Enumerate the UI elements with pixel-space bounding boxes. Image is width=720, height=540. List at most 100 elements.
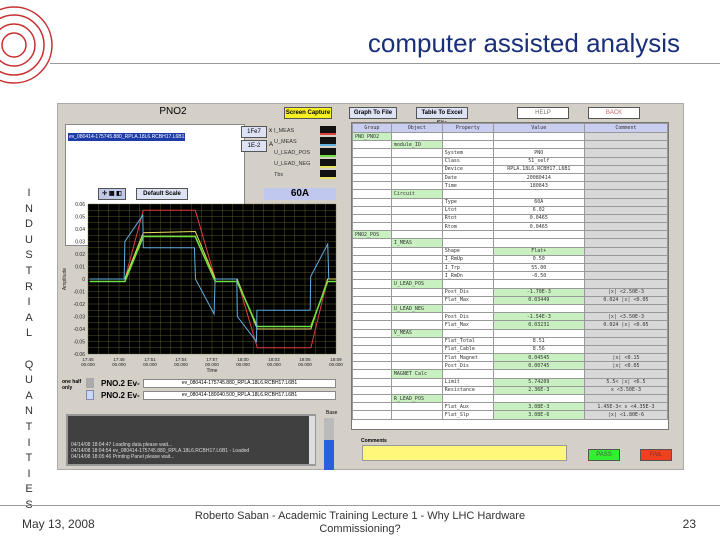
table-cell: Ltot: [441, 205, 494, 215]
column-header[interactable]: Comment: [583, 123, 668, 133]
x-tick-label: 00.000: [236, 362, 250, 367]
table-cell: [352, 312, 392, 322]
column-header[interactable]: Object: [390, 123, 443, 133]
table-cell: [583, 369, 668, 379]
column-header[interactable]: Group: [352, 123, 392, 133]
table-cell: [492, 140, 585, 150]
table-cell: 180843: [492, 181, 585, 191]
table-cell: 2.36E-3: [492, 385, 585, 396]
table-cell: -0.50: [492, 271, 585, 281]
legend-label: U_LEAD_POS: [274, 150, 311, 156]
table-row: Flat_Slp 3.08E-6 |x| <1.80E-6: [352, 410, 668, 420]
event-field-1[interactable]: ev_080414-175745.880_RPLA.18L6.RCBH17.L6…: [143, 379, 336, 388]
table-cell: [352, 303, 392, 314]
table-cell: 60A: [492, 197, 585, 207]
x-tick-label: 00.000: [205, 362, 219, 367]
table-cell: [583, 344, 668, 355]
table-cell: [352, 385, 392, 396]
vertical-letter: S: [25, 249, 33, 262]
column-header[interactable]: Value: [492, 123, 585, 133]
table-cell: [390, 181, 443, 191]
vertical-letter: I: [27, 467, 31, 480]
vertical-letter: A: [25, 389, 33, 402]
table-cell: [390, 287, 443, 297]
table-row: Post_Dis 0.00745 |x| <0.05: [352, 361, 668, 371]
table-row: Flat_Max 0.03449 0.024 |x| <0.05: [352, 295, 668, 305]
legend-swatch[interactable]: [320, 126, 336, 135]
legend-swatch[interactable]: [320, 148, 336, 157]
help-button[interactable]: HELP: [517, 107, 569, 119]
back-button[interactable]: BACK: [588, 107, 640, 119]
table-cell: 55.00: [492, 262, 585, 273]
table-row: MAGNET Calc: [352, 369, 668, 379]
log-scrollbar[interactable]: [309, 416, 315, 464]
scale-x-field[interactable]: 1Fe7: [241, 126, 267, 138]
y-tick-label: 0.02: [75, 252, 85, 258]
analysis-app-window: PNO2 Screen Capture Graph To File Table …: [57, 103, 684, 470]
event-field-2[interactable]: ev_080414-180040.500_RPLA.18L6.RCBH17.L6…: [143, 391, 336, 400]
y-tick-label: 0.01: [75, 265, 85, 271]
table-cell: [390, 222, 443, 232]
table-cell: [390, 295, 443, 305]
table-row: Post_Dis -1.70E-3 |x| <2.50E-3: [352, 287, 668, 297]
x-tick-label: 00.000: [329, 362, 343, 367]
y-tick-label: 0.03: [75, 240, 85, 246]
table-row: I_RmUp 0.50: [352, 254, 668, 265]
table-cell: 20080414: [492, 172, 585, 183]
table-cell: [492, 393, 585, 404]
waveform-chart[interactable]: 0.06 0.05 0.04 0.03 0.02 0.01 0 -0.01 -0.02 -0.03…: [58, 196, 343, 374]
table-cell: [352, 328, 392, 338]
one-half-only-label: one half only: [62, 379, 82, 391]
legend-swatch[interactable]: [320, 159, 336, 168]
table-cell: 3.08E-6: [492, 410, 585, 420]
scale-a-field[interactable]: 1E-2: [241, 140, 267, 152]
event-label-1: PNO.2 Ev-: [101, 379, 140, 388]
base-slider[interactable]: [324, 418, 334, 470]
table-cell: [390, 197, 443, 207]
table-row: Flat_Cable 8.56: [352, 344, 668, 355]
table-cell: U_LEAD_POS: [390, 279, 443, 289]
table-cell: [390, 172, 443, 183]
legend-swatch[interactable]: [320, 170, 336, 179]
table-cell: [352, 148, 392, 158]
table-cell: RPLA.18L6.RCBH17.L6B1: [492, 164, 585, 174]
fail-button[interactable]: FAIL: [640, 449, 672, 461]
table-row: PNO2_POS: [352, 230, 668, 240]
table-cell: [390, 361, 443, 371]
y-tick-label: -0.02: [74, 302, 86, 308]
table-row: V_MEAS: [352, 328, 668, 338]
table-cell: [583, 279, 668, 289]
table-cell: [390, 262, 443, 273]
one-half-toggle-2[interactable]: [86, 390, 94, 400]
pass-button[interactable]: PASS: [588, 449, 620, 461]
table-cell: [352, 320, 392, 330]
table-cell: U_LEAD_NEG: [390, 303, 443, 314]
results-table: Group Object Property Value Comment PNO_PNO2 m…: [351, 122, 669, 430]
table-row: module_ID: [352, 140, 668, 150]
one-half-toggle-1[interactable]: [86, 378, 94, 388]
table-row: Resistance 2.36E-3 x <3.50E-3: [352, 385, 668, 396]
table-cell: x <3.50E-3: [583, 385, 668, 396]
x-tick-label: 00.000: [174, 362, 188, 367]
legend-swatch[interactable]: [320, 137, 336, 146]
legend-label: Tbx: [274, 172, 284, 178]
table-to-excel-button[interactable]: Table To Excel File: [416, 107, 468, 127]
selected-event[interactable]: ev_080414-175745.880_RPLA.18L6.RCBH17.L6…: [68, 133, 186, 141]
table-cell: [390, 246, 443, 256]
graph-to-file-button[interactable]: Graph To File: [349, 107, 397, 119]
table-row: System PNO: [352, 148, 668, 158]
cern-logo: [0, 6, 53, 84]
table-cell: I_Trp: [441, 262, 494, 273]
table-cell: 5.5< |x| <6.5: [583, 377, 668, 387]
comments-input[interactable]: [362, 445, 567, 461]
table-row: Class 51_self: [352, 156, 668, 166]
table-row: Date 20080414: [352, 172, 668, 183]
table-cell: [352, 393, 392, 404]
footer-date: May 13, 2008: [22, 517, 95, 531]
table-cell: Device: [441, 164, 494, 174]
screen-capture-button[interactable]: Screen Capture: [284, 107, 332, 119]
column-header[interactable]: Property: [441, 123, 494, 133]
footer-text: Roberto Saban - Academic Training Lectur…: [194, 510, 526, 535]
table-cell: [352, 189, 392, 199]
y-tick-label: -0.04: [74, 327, 86, 333]
